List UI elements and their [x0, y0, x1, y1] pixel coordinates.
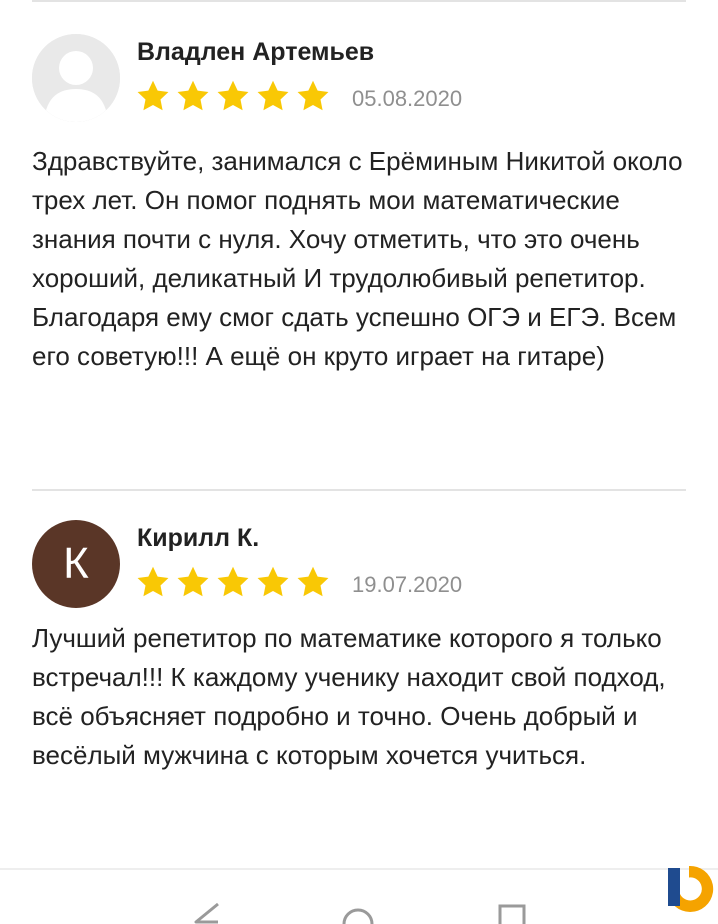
review-date: 19.07.2020: [352, 572, 463, 597]
star-icon: [257, 566, 289, 597]
review-date: 05.08.2020: [352, 86, 463, 111]
back-icon[interactable]: [188, 900, 224, 924]
top-divider: [32, 0, 686, 2]
star-icon: [177, 80, 209, 111]
star-icon: [217, 566, 249, 597]
star-icon: [137, 566, 169, 597]
brand-logo-icon: [668, 865, 714, 912]
system-navigation-bar: [0, 870, 718, 924]
review-text: Здравствуйте, занимался с Ерёминым Никит…: [32, 146, 683, 371]
star-icon: [297, 80, 329, 111]
star-icon: [257, 80, 289, 111]
review-divider: [32, 489, 686, 491]
user-silhouette-icon: [32, 34, 120, 122]
reviewer-name[interactable]: Владлен Артемьев: [137, 38, 374, 67]
home-icon[interactable]: [340, 900, 376, 924]
recent-apps-icon[interactable]: [494, 900, 530, 924]
star-icon: [217, 80, 249, 111]
star-icon: [137, 80, 169, 111]
star-icon: [177, 566, 209, 597]
avatar[interactable]: К: [32, 520, 120, 608]
star-rating: [135, 78, 331, 114]
avatar[interactable]: [32, 34, 120, 122]
reviewer-name[interactable]: Кирилл К.: [137, 524, 259, 553]
star-rating: [135, 564, 331, 600]
star-icon: [297, 566, 329, 597]
review-text: Лучший репетитор по математике которого …: [32, 623, 666, 770]
